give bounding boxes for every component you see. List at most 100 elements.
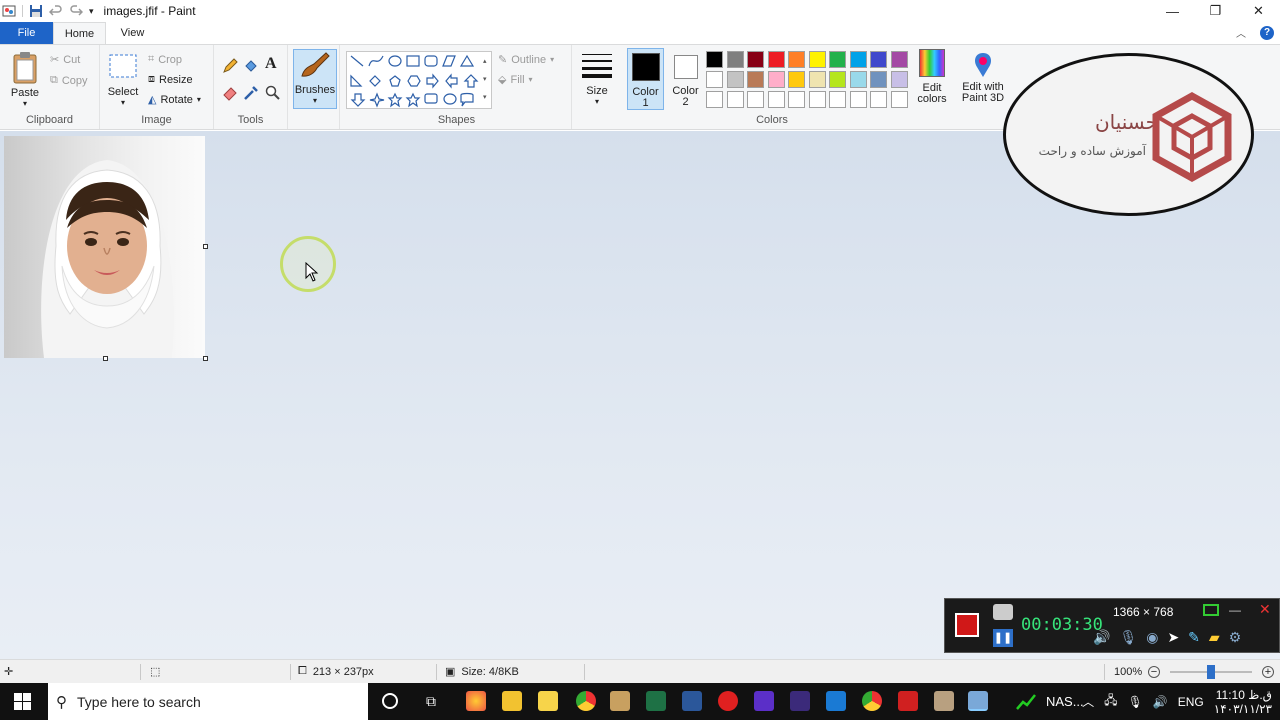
cursor-toggle-icon[interactable]: ➤	[1167, 629, 1179, 646]
cut-button[interactable]: ✂ Cut	[50, 53, 80, 67]
sticky-folder-icon[interactable]	[538, 691, 558, 711]
color-swatch[interactable]	[870, 51, 887, 68]
color2-button[interactable]: Color 2	[667, 48, 704, 110]
recorder-minimize-icon[interactable]: —	[1229, 603, 1241, 617]
color-swatch[interactable]	[890, 91, 908, 108]
pause-button[interactable]: ❚❚	[993, 629, 1013, 647]
close-button[interactable]: ✕	[1237, 0, 1280, 22]
pdf-reader-icon[interactable]	[898, 691, 918, 711]
color-swatch[interactable]	[808, 71, 826, 88]
zoom-slider-thumb[interactable]	[1207, 665, 1215, 679]
stock-chart-icon[interactable]	[1016, 693, 1036, 711]
microphone-icon[interactable]: 🎙	[1119, 629, 1137, 646]
canvas-image[interactable]	[4, 136, 205, 358]
color-swatch[interactable]	[849, 71, 867, 88]
record-button[interactable]	[955, 613, 979, 637]
tray-expand-icon[interactable]: ︿	[1082, 693, 1094, 710]
settings-icon[interactable]: ⚙	[1229, 629, 1242, 646]
network-icon[interactable]: 🖧	[1104, 691, 1117, 712]
resize-button[interactable]: ⧈ Resize	[148, 73, 193, 86]
color1-button[interactable]: Color 1	[627, 48, 664, 110]
magnifier-icon[interactable]	[265, 85, 281, 101]
color-swatch[interactable]	[870, 71, 887, 88]
color-picker-icon[interactable]	[243, 85, 259, 101]
color-swatch[interactable]	[829, 51, 846, 68]
color-swatch[interactable]	[788, 51, 805, 68]
recorder-app-icon[interactable]	[718, 691, 738, 711]
tab-home[interactable]: Home	[53, 22, 106, 44]
restore-button[interactable]: ❐	[1194, 0, 1237, 22]
color-swatch[interactable]	[706, 71, 723, 88]
paste-button[interactable]: Paste ▾	[6, 51, 44, 108]
eraser-icon[interactable]	[222, 85, 238, 101]
task-view-icon[interactable]: ⧉	[426, 693, 436, 710]
select-button[interactable]: Select ▾	[106, 51, 140, 107]
color-swatch[interactable]	[706, 91, 723, 108]
edit-colors-button[interactable]: Edit colors	[914, 49, 950, 105]
file-explorer-icon[interactable]	[502, 691, 522, 711]
color-swatch[interactable]	[767, 71, 785, 88]
color-swatch[interactable]	[829, 71, 846, 88]
recorder-close-icon[interactable]: ✕	[1259, 601, 1271, 618]
color-swatch[interactable]	[747, 91, 764, 108]
tab-view[interactable]: View	[106, 22, 159, 44]
color-swatch[interactable]	[767, 51, 785, 68]
paint-taskbar-icon[interactable]	[934, 691, 954, 711]
color-swatch[interactable]	[788, 71, 805, 88]
shapes-scroll[interactable]: ▴ ▾ ▾	[483, 53, 487, 107]
color-swatch[interactable]	[849, 51, 867, 68]
fill-button[interactable]: ⬙ Fill ▾	[498, 73, 533, 87]
color-swatch[interactable]	[829, 91, 846, 108]
cortana-icon[interactable]	[382, 693, 398, 709]
speaker-icon[interactable]: 🔊	[1093, 629, 1110, 646]
help-icon[interactable]: ?	[1260, 25, 1274, 40]
tab-file[interactable]: File	[0, 22, 53, 44]
camera-icon[interactable]	[993, 604, 1013, 620]
volume-icon[interactable]: 🔊	[1153, 695, 1168, 709]
edit-with-paint3d-button[interactable]: Edit with Paint 3D	[958, 51, 1008, 104]
color-swatch[interactable]	[808, 91, 826, 108]
color-swatch[interactable]	[706, 51, 723, 68]
redo-icon[interactable]	[69, 4, 83, 18]
color-swatch[interactable]	[747, 71, 764, 88]
folder-icon[interactable]: ▰	[1209, 629, 1220, 646]
recorder-fullscreen-icon[interactable]	[1203, 604, 1219, 616]
color-swatch[interactable]	[849, 91, 867, 108]
color-swatch[interactable]	[726, 51, 744, 68]
windows-start-icon[interactable]	[14, 693, 31, 710]
zoom-out-button[interactable]: −	[1148, 660, 1160, 684]
shield-app-icon[interactable]	[754, 691, 774, 711]
resize-handle-corner[interactable]	[203, 356, 208, 361]
outline-button[interactable]: ✎ Outline ▾	[498, 53, 554, 67]
color-swatch[interactable]	[808, 51, 826, 68]
undo-icon[interactable]	[49, 4, 63, 18]
color-swatch[interactable]	[890, 71, 908, 88]
webcam-icon[interactable]: ◉	[1146, 629, 1158, 646]
shapes-gallery[interactable]	[346, 51, 492, 109]
rotate-button[interactable]: ◭ Rotate ▾	[148, 93, 201, 107]
crop-button[interactable]: ⌗ Crop	[148, 53, 182, 66]
resize-handle-right[interactable]	[203, 244, 208, 249]
taskbar-search-box[interactable]: ⚲ Type here to search	[48, 683, 368, 720]
copy-button[interactable]: ⧉ Copy	[50, 74, 88, 87]
language-indicator[interactable]: ENG	[1178, 695, 1204, 709]
color-swatch[interactable]	[890, 51, 908, 68]
draw-icon[interactable]: ✎	[1188, 629, 1200, 646]
m-app-icon[interactable]	[790, 691, 810, 711]
minimize-button[interactable]: —	[1151, 0, 1194, 22]
clock[interactable]: 11:10 ق.ظ ۱۴۰۳/۱۱/۲۳	[1214, 688, 1272, 716]
collapse-ribbon-icon[interactable]: ︿	[1236, 25, 1246, 40]
color-swatch[interactable]	[788, 91, 805, 108]
zoom-in-button[interactable]: +	[1262, 660, 1274, 684]
brushes-button[interactable]: Brushes ▾	[293, 49, 337, 109]
size-button[interactable]: Size ▾	[578, 51, 616, 106]
customize-qat-icon[interactable]: ▾	[89, 6, 94, 17]
fill-bucket-icon[interactable]	[243, 58, 259, 74]
resize-handle-bottom[interactable]	[103, 356, 108, 361]
color-swatch[interactable]	[726, 91, 744, 108]
text-tool-icon[interactable]: A	[265, 55, 277, 73]
excel-icon[interactable]	[646, 691, 666, 711]
tray-mic-icon[interactable]: 🎙	[1128, 695, 1143, 709]
color-swatch[interactable]	[726, 71, 744, 88]
media-player-icon[interactable]	[610, 691, 630, 711]
